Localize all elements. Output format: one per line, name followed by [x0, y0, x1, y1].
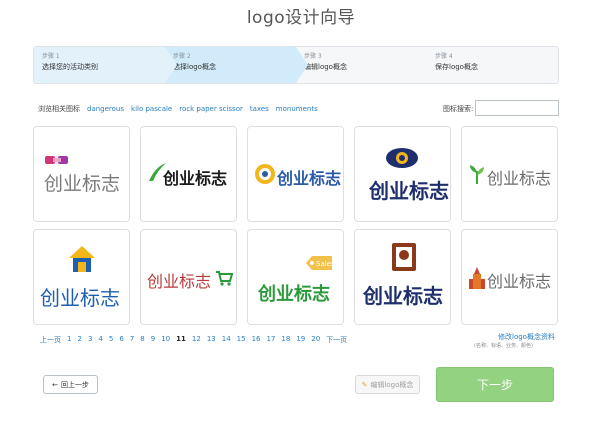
pencil-icon: ✎ [361, 380, 368, 389]
page-link[interactable]: 4 [98, 335, 102, 345]
icon-search-label: 图标搜索: [443, 105, 474, 113]
page-link[interactable]: 9 [151, 335, 155, 345]
page-link[interactable]: 7 [130, 335, 134, 345]
page-link[interactable]: 13 [207, 335, 216, 345]
page-link[interactable]: 5 [109, 335, 113, 345]
step-number: 步骤 3 [304, 53, 322, 60]
page-link[interactable]: 6 [119, 335, 123, 345]
logo-card[interactable]: 创业标志 [140, 229, 237, 325]
page-link[interactable]: 19 [296, 335, 305, 345]
edit-concept-button: ✎ 编辑logo概念 [355, 375, 420, 394]
step-3: 步骤 3 编辑logo概念 [296, 47, 427, 83]
target-icon [255, 164, 275, 184]
step-number: 步骤 1 [42, 53, 60, 60]
logo-wordmark: 创业标志 [258, 284, 330, 305]
logo-wordmark: 创业标志 [163, 169, 228, 188]
plant-icon [470, 165, 484, 184]
page-link[interactable]: 18 [281, 335, 290, 345]
step-label: 选择您的活动类别 [42, 63, 98, 71]
back-button[interactable]: ← 回上一步 [43, 375, 98, 394]
step-label: 选择logo概念 [173, 63, 216, 71]
related-icons-bar: 浏览相关图标 dangerous kilo pascale rock paper… [38, 104, 318, 114]
logo-card[interactable]: Sales 创业标志 [247, 229, 344, 325]
page-link[interactable]: 3 [88, 335, 92, 345]
logo-card[interactable]: 创业标志 [247, 126, 344, 222]
step-number: 步骤 4 [435, 53, 453, 60]
step-number: 步骤 2 [173, 53, 191, 60]
badge-icon [392, 243, 416, 271]
tag-link[interactable]: rock paper scissor [179, 105, 243, 113]
logo-card[interactable]: 创业标志 [461, 126, 558, 222]
current-page: 11 [176, 335, 186, 343]
eye-icon [386, 148, 418, 168]
hands-icon [45, 156, 68, 164]
castle-icon [469, 267, 485, 289]
logo-wordmark: 创业标志 [40, 286, 120, 310]
logo-wordmark: 创业标志 [147, 272, 212, 291]
logo-card[interactable]: 创业标志 [354, 229, 451, 325]
edit-concept-info-link[interactable]: 修改logo概念资料 [498, 332, 555, 342]
arrow-left-icon: ← [52, 380, 58, 389]
page-link[interactable]: 20 [311, 335, 320, 345]
related-icons-label: 浏览相关图标 [38, 105, 80, 113]
prev-page-link[interactable]: 上一页 [40, 335, 61, 345]
page-link[interactable]: 8 [140, 335, 144, 345]
wizard-steps: 步骤 1 选择您的活动类别 步骤 2 选择logo概念 步骤 3 编辑logo概… [33, 46, 559, 84]
page-link[interactable]: 15 [237, 335, 246, 345]
logo-card[interactable]: 创业标志 [33, 126, 130, 222]
page-link[interactable]: 17 [267, 335, 276, 345]
page-title: logo设计向导 [246, 8, 356, 28]
page-link[interactable]: 1 [67, 335, 71, 345]
page-link[interactable]: 10 [161, 335, 170, 345]
house-icon [69, 246, 95, 272]
logo-card[interactable]: 创业标志 [461, 229, 558, 325]
tag-link[interactable]: taxes [250, 105, 269, 113]
logo-grid: 创业标志 创业标志 创业标志 创业标志 创业标志 创业标志 创业标志 Sales… [33, 126, 559, 325]
pagination: 上一页 1 2 3 4 5 6 7 8 9 10 11 12 13 14 15 … [40, 335, 347, 345]
edit-concept-button-label: 编辑logo概念 [370, 380, 414, 389]
logo-card[interactable]: 创业标志 [33, 229, 130, 325]
logo-wordmark: 创业标志 [369, 179, 449, 203]
tag-link[interactable]: dangerous [87, 105, 124, 113]
logo-wordmark: 创业标志 [487, 272, 552, 291]
back-button-label: 回上一步 [60, 380, 89, 389]
page-link[interactable]: 16 [252, 335, 261, 345]
tag-link[interactable]: monuments [276, 105, 318, 113]
step-1[interactable]: 步骤 1 选择您的活动类别 [34, 47, 177, 83]
logo-wordmark: 创业标志 [277, 169, 342, 188]
logo-wordmark: 创业标志 [487, 169, 552, 188]
step-label: 编辑logo概念 [304, 63, 347, 71]
logo-card[interactable]: 创业标志 [140, 126, 237, 222]
tag-text: Sales [316, 260, 334, 268]
next-button[interactable]: 下一步 [436, 367, 554, 402]
next-page-link[interactable]: 下一页 [326, 335, 347, 345]
page-link[interactable]: 2 [77, 335, 81, 345]
step-4: 步骤 4 保存logo概念 [427, 47, 558, 83]
icon-search-input[interactable] [475, 100, 559, 116]
logo-wordmark: 创业标志 [363, 284, 443, 308]
tag-icon: Sales [306, 256, 334, 270]
tag-link[interactable]: kilo pascale [131, 105, 172, 113]
logo-card[interactable]: 创业标志 [354, 126, 451, 222]
cart-icon [216, 271, 233, 286]
step-label: 保存logo概念 [435, 63, 478, 71]
step-2[interactable]: 步骤 2 选择logo概念 [165, 47, 308, 83]
page-link[interactable]: 12 [192, 335, 201, 345]
logo-wordmark: 创业标志 [44, 173, 121, 195]
edit-concept-hint: (名称、标语、业务、颜色) [474, 343, 533, 349]
page-link[interactable]: 14 [222, 335, 231, 345]
